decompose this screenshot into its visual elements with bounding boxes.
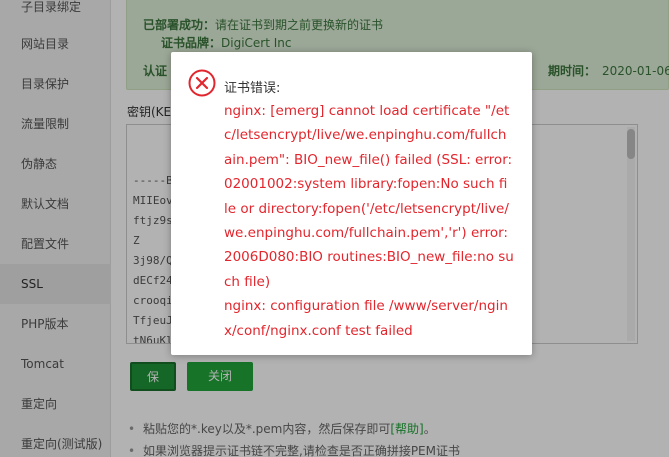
dialog-message-line: c/letsencrypt/live/we.enpinghu.com/fullc… [224, 127, 507, 144]
error-dialog: 证书错误: nginx: [emerg] cannot load certifi… [171, 52, 532, 355]
dialog-title: 证书错误: [224, 81, 281, 96]
dialog-message-line: we.enpinghu.com/fullchain.pem','r') erro… [224, 225, 508, 242]
dialog-message-line: ch file) [224, 273, 271, 290]
error-circle-icon [188, 69, 216, 97]
dialog-message-line: 2006D080:BIO routines:BIO_new_file:no su [224, 249, 514, 266]
dialog-message-line: 02001002:system library:fopen:No such fi [224, 176, 508, 193]
dialog-message: nginx: [emerg] cannot load certificate "… [224, 99, 514, 343]
dialog-message-line: nginx: configuration file /www/server/ng… [224, 298, 508, 315]
dialog-message-line: x/conf/nginx.conf test failed [224, 322, 413, 339]
dialog-message-line: le or directory:fopen('/etc/letsencrypt/… [224, 200, 509, 217]
dialog-message-line: ain.pem": BIO_new_file() failed (SSL: er… [224, 151, 513, 168]
dialog-message-line: nginx: [emerg] cannot load certificate "… [224, 103, 510, 119]
